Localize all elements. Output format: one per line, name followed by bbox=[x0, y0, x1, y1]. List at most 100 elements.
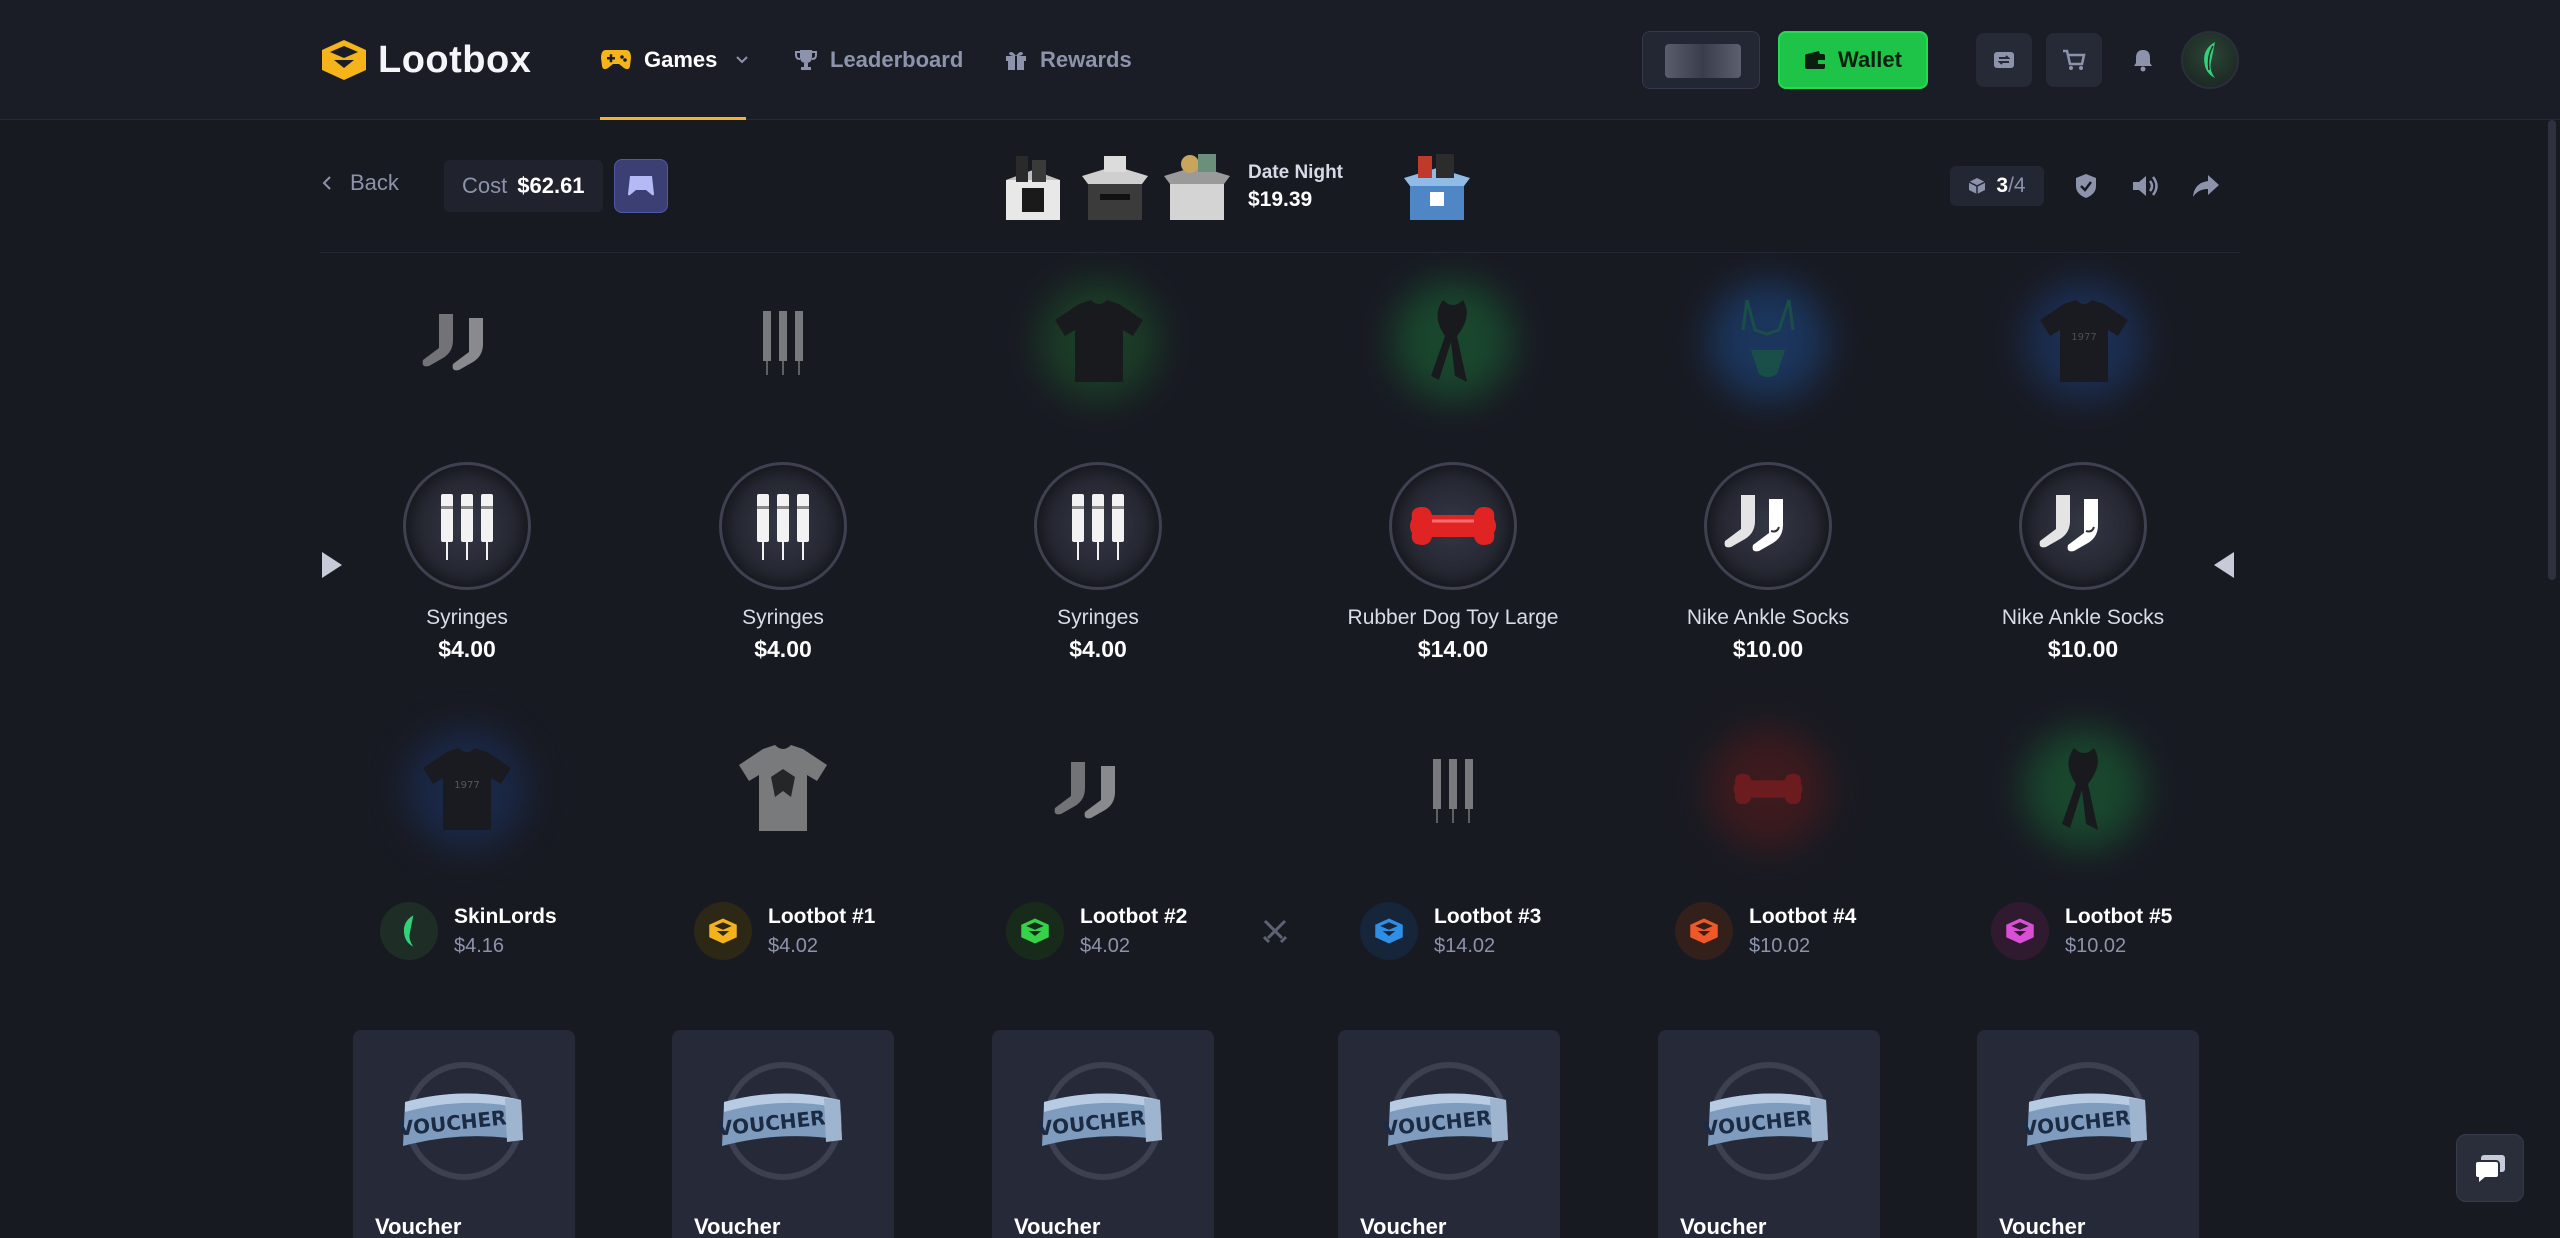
nav-games[interactable]: Games bbox=[600, 40, 749, 80]
reel-preview-item bbox=[1388, 724, 1518, 854]
reel-preview-item bbox=[1703, 276, 1833, 406]
card-name: Voucher bbox=[1999, 1214, 2086, 1238]
reel-preview-item bbox=[1034, 724, 1164, 854]
avatar bbox=[1991, 902, 2049, 960]
player-value: $4.02 bbox=[1080, 934, 1131, 957]
item-image bbox=[1704, 462, 1832, 590]
scarf-icon bbox=[1431, 300, 1467, 382]
battle-cost: Cost $62.61 bbox=[444, 160, 603, 212]
active-tab-indicator bbox=[600, 117, 746, 120]
player-value: $10.02 bbox=[2065, 934, 2127, 957]
tshirt-1977-icon: 1977 bbox=[423, 748, 511, 830]
top-navigation: Lootbox Games Leaderboard Rewards Wallet bbox=[0, 0, 2560, 120]
reel-item: Syringes $4.00 bbox=[948, 462, 1248, 663]
back-button[interactable]: Back bbox=[322, 170, 399, 196]
swimwear-icon bbox=[1741, 299, 1795, 377]
fairness-button[interactable] bbox=[2068, 168, 2104, 204]
cart-button[interactable] bbox=[2046, 33, 2102, 87]
socks-icon bbox=[2039, 495, 2098, 552]
reel-preview-item bbox=[1703, 724, 1833, 854]
won-item-card[interactable]: VOUCHER Voucher bbox=[353, 1030, 575, 1238]
syringes-icon bbox=[1072, 494, 1124, 560]
won-item-card[interactable]: VOUCHER Voucher bbox=[1977, 1030, 2199, 1238]
share-arrow-icon bbox=[2193, 175, 2219, 197]
chevron-left-icon bbox=[322, 176, 331, 190]
player-slot[interactable]: Lootbot #2 $4.02 bbox=[1006, 902, 1187, 960]
lootbot-logo-icon bbox=[1021, 918, 1049, 944]
game-mode-button[interactable] bbox=[614, 159, 668, 213]
page-scrollbar[interactable] bbox=[2548, 120, 2556, 580]
trophy-icon bbox=[795, 50, 817, 70]
nav-leaderboard[interactable]: Leaderboard bbox=[794, 40, 963, 80]
reel-preview-item bbox=[402, 276, 532, 406]
item-price: $14.00 bbox=[1417, 636, 1489, 662]
player-slot[interactable]: Lootbot #3 $14.02 bbox=[1360, 902, 1541, 960]
reel-item: Nike Ankle Socks $10.00 bbox=[1933, 462, 2233, 663]
won-item-card[interactable]: VOUCHER Voucher bbox=[1658, 1030, 1880, 1238]
syringes-icon bbox=[1433, 759, 1473, 823]
voucher-icon: VOUCHER bbox=[1702, 1062, 1828, 1180]
speaker-icon bbox=[2133, 176, 2158, 196]
player-slot[interactable]: SkinLords $4.16 bbox=[380, 902, 557, 960]
notifications-button[interactable] bbox=[2123, 40, 2163, 80]
socks-icon bbox=[1054, 762, 1115, 819]
balance-display[interactable] bbox=[1642, 31, 1760, 89]
avatar bbox=[1360, 902, 1418, 960]
feather-icon bbox=[2204, 42, 2215, 78]
won-item-card[interactable]: VOUCHER Voucher bbox=[1338, 1030, 1560, 1238]
wallet-button[interactable]: Wallet bbox=[1778, 31, 1928, 89]
case-thumbnail-1[interactable] bbox=[996, 150, 1070, 224]
card-name: Voucher bbox=[694, 1214, 781, 1238]
dog-bone-icon bbox=[1733, 773, 1803, 805]
player-name: Lootbot #4 bbox=[1749, 904, 1857, 928]
item-price: $4.00 bbox=[754, 636, 812, 662]
dog-bone-icon bbox=[1410, 507, 1496, 545]
voucher-icon: VOUCHER bbox=[2021, 1062, 2147, 1180]
player-slot[interactable]: Lootbot #5 $10.02 bbox=[1991, 902, 2172, 960]
nav-rewards-label: Rewards bbox=[1040, 47, 1132, 72]
card-name: Voucher bbox=[1680, 1214, 1767, 1238]
nav-rewards[interactable]: Rewards bbox=[1004, 40, 1132, 80]
exchange-button[interactable] bbox=[1976, 33, 2032, 87]
item-image bbox=[1034, 462, 1162, 590]
won-item-card[interactable]: VOUCHER Voucher bbox=[992, 1030, 1214, 1238]
gift-icon bbox=[1006, 52, 1026, 70]
case-price: $19.39 bbox=[1248, 188, 1313, 211]
player-name: Lootbot #3 bbox=[1434, 904, 1542, 928]
won-item-card[interactable]: VOUCHER Voucher bbox=[672, 1030, 894, 1238]
avatar bbox=[694, 902, 752, 960]
item-name: Syringes bbox=[426, 606, 508, 629]
reel-preview-item bbox=[1034, 276, 1164, 406]
feather-icon bbox=[403, 915, 414, 947]
syringes-icon bbox=[763, 311, 803, 375]
item-image bbox=[1389, 462, 1517, 590]
reel-preview-item bbox=[718, 276, 848, 406]
player-name: Lootbot #1 bbox=[768, 904, 876, 928]
header-divider bbox=[320, 252, 2240, 253]
item-price: $4.00 bbox=[438, 636, 496, 662]
case-thumbnail-4[interactable] bbox=[1400, 150, 1474, 224]
lootbox-logo-icon bbox=[322, 40, 366, 80]
item-price: $10.00 bbox=[1732, 636, 1804, 662]
lootbot-logo-icon bbox=[709, 918, 737, 944]
player-slot[interactable]: Lootbot #1 $4.02 bbox=[694, 902, 875, 960]
voucher-icon: VOUCHER bbox=[1036, 1062, 1162, 1180]
chat-button[interactable] bbox=[2456, 1134, 2524, 1202]
item-price: $4.00 bbox=[1069, 636, 1127, 662]
player-value: $14.02 bbox=[1434, 934, 1496, 957]
avatar bbox=[1675, 902, 1733, 960]
brand-logo[interactable]: Lootbox bbox=[320, 36, 531, 84]
cost-label: Cost bbox=[462, 173, 508, 198]
user-avatar[interactable] bbox=[2181, 31, 2239, 89]
case-list: Date Night $19.39 bbox=[996, 150, 1343, 224]
share-button[interactable] bbox=[2188, 168, 2224, 204]
reel-item: Rubber Dog Toy Large $14.00 bbox=[1303, 462, 1603, 663]
player-slot[interactable]: Lootbot #4 $10.02 bbox=[1675, 902, 1856, 960]
player-name: Lootbot #5 bbox=[2065, 904, 2173, 928]
brand-name: Lootbox bbox=[378, 38, 532, 81]
case-thumbnail-3[interactable] bbox=[1160, 150, 1234, 224]
item-name: Syringes bbox=[1057, 606, 1139, 629]
case-thumbnail-2[interactable] bbox=[1078, 150, 1152, 224]
back-label: Back bbox=[350, 170, 399, 195]
sound-button[interactable] bbox=[2128, 168, 2164, 204]
